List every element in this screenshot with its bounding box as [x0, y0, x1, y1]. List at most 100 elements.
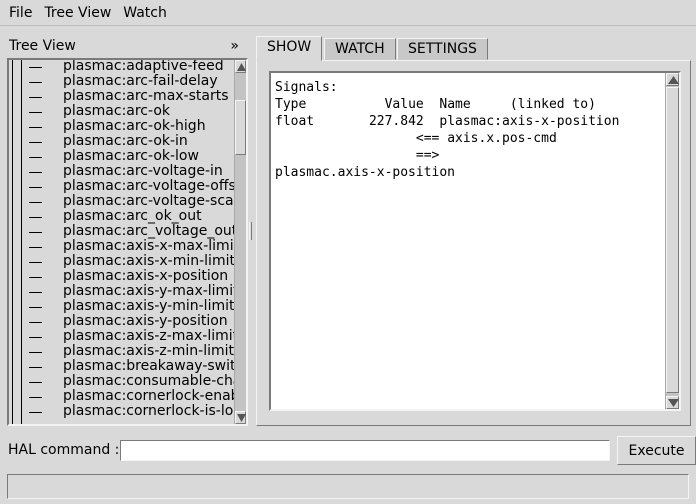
- tree-guide-line: [12, 90, 13, 105]
- collapse-pane-button[interactable]: »: [230, 38, 239, 54]
- tree-guide-line: [12, 195, 13, 210]
- tree-item-label: plasmac:consumable-cha: [63, 373, 235, 389]
- tree-guide-line: [21, 135, 22, 150]
- tree-guide-line: [12, 390, 13, 405]
- signal-value: 227.842: [368, 114, 424, 129]
- tree-item-label: plasmac:axis-x-position: [63, 268, 229, 284]
- tree-guide-line: [21, 360, 22, 375]
- tree-view-header: Tree View »: [3, 36, 245, 56]
- tree-guide-line: [12, 165, 13, 180]
- tree-item-label: plasmac:arc-voltage-offse: [63, 178, 235, 194]
- menu-watch[interactable]: Watch: [117, 2, 173, 24]
- output-link: plasmac.axis-x-position: [275, 165, 456, 180]
- tree-branch-line: [29, 157, 42, 158]
- menu-file[interactable]: File: [3, 2, 38, 24]
- tree-guide-line: [12, 405, 13, 420]
- tree-branch-line: [29, 82, 42, 83]
- tree-item-label: plasmac:axis-y-max-limit: [63, 283, 235, 299]
- tree-branch-line: [29, 262, 42, 263]
- tree-branch-line: [29, 217, 42, 218]
- tree-guide-line: [12, 225, 13, 240]
- tree-branch-line: [29, 382, 42, 383]
- tree-guide-line: [21, 315, 22, 330]
- tree-item-label: plasmac:axis-y-position: [63, 313, 228, 329]
- show-scrollbar[interactable]: [665, 73, 679, 409]
- tree-item-label: plasmac:arc-ok: [63, 103, 170, 119]
- tab-show[interactable]: SHOW: [256, 36, 323, 61]
- tree-branch-line: [29, 397, 42, 398]
- tree-item-label: plasmac:arc_voltage_out: [63, 223, 235, 239]
- tab-watch[interactable]: WATCH: [324, 38, 396, 60]
- tree-guide-line: [12, 300, 13, 315]
- tree-item-label: plasmac:axis-y-min-limit: [63, 298, 235, 314]
- input-link: axis.x.pos-cmd: [447, 131, 557, 146]
- tree-item-label: plasmac:axis-z-min-limit: [63, 343, 235, 359]
- tree-branch-line: [29, 142, 42, 143]
- show-scroll-down-arrow-icon[interactable]: [666, 396, 679, 409]
- tree-guide-line: [21, 165, 22, 180]
- tree-branch-line: [29, 307, 42, 308]
- menu-tree-view[interactable]: Tree View: [38, 2, 117, 24]
- tree-item-label: plasmac:arc-voltage-scal: [63, 193, 235, 209]
- tree-guide-line: [12, 255, 13, 270]
- show-tab-panel: Signals: Type Value Name (linked to) flo…: [256, 60, 691, 426]
- tab-settings[interactable]: SETTINGS: [397, 38, 488, 60]
- show-scroll-thumb[interactable]: [666, 87, 679, 393]
- tree-branch-line: [29, 247, 42, 248]
- tree-branch-line: [29, 112, 42, 113]
- tree-scrollbar[interactable]: [234, 60, 246, 424]
- tree-guide-line: [21, 150, 22, 165]
- tree-branch-line: [29, 202, 42, 203]
- tree-guide-line: [21, 375, 22, 390]
- tree-guide-line: [21, 255, 22, 270]
- tree-item-label: plasmac:arc-ok-high: [63, 118, 206, 134]
- scroll-down-arrow-icon[interactable]: [235, 411, 246, 424]
- tree-guide-line: [21, 120, 22, 135]
- menu-bar: File Tree View Watch: [0, 0, 696, 26]
- show-scroll-up-arrow-icon[interactable]: [666, 73, 679, 86]
- tree-guide-line: [21, 195, 22, 210]
- signal-type: float: [275, 114, 315, 129]
- col-name-header: Name: [439, 97, 471, 112]
- hal-command-label: HAL command :: [8, 442, 120, 458]
- tree-guide-line: [12, 285, 13, 300]
- tree-branch-line: [29, 67, 42, 68]
- tree-guide-line: [21, 405, 22, 420]
- tree-branch-line: [29, 127, 42, 128]
- tree-guide-line: [21, 345, 22, 360]
- tree-guide-line: [21, 60, 22, 75]
- tree-item-label: plasmac:arc-fail-delay: [63, 73, 218, 89]
- tree-branch-line: [29, 367, 42, 368]
- tree-guide-line: [12, 75, 13, 90]
- scroll-up-arrow-icon[interactable]: [235, 60, 246, 73]
- hal-command-input[interactable]: [120, 440, 610, 461]
- tree-branch-line: [29, 292, 42, 293]
- tree-item-label: plasmac:axis-x-max-limit: [63, 238, 235, 254]
- tree-view: plasmac:adaptive-feed plasmac:arc-fail-de…: [7, 58, 248, 426]
- tree-list: plasmac:adaptive-feed plasmac:arc-fail-de…: [9, 60, 235, 424]
- tree-branch-line: [29, 97, 42, 98]
- show-output-text: Signals: Type Value Name (linked to) flo…: [275, 79, 619, 181]
- signal-name: plasmac:axis-x-position: [439, 114, 620, 129]
- tree-item-label: plasmac:cornerlock-is-loc: [63, 403, 235, 419]
- tree-guide-line: [21, 210, 22, 225]
- tree-view-title: Tree View: [9, 38, 76, 54]
- tree-guide-line: [12, 375, 13, 390]
- pane-divider[interactable]: [248, 58, 252, 426]
- tree-branch-line: [29, 232, 42, 233]
- tree-guide-line: [21, 330, 22, 345]
- tree-guide-line: [21, 270, 22, 285]
- tree-guide-line: [21, 105, 22, 120]
- tree-item[interactable]: plasmac:cornerlock-is-loc: [9, 403, 235, 420]
- tree-scroll-thumb[interactable]: [235, 100, 246, 155]
- tree-item-label: plasmac:arc-ok-low: [63, 148, 199, 164]
- tree-guide-line: [21, 285, 22, 300]
- tree-branch-line: [29, 412, 42, 413]
- tree-branch-line: [29, 337, 42, 338]
- tree-item-label: plasmac:axis-z-max-limit: [63, 328, 235, 344]
- execute-button[interactable]: Execute: [617, 436, 696, 465]
- tree-guide-line: [12, 420, 13, 424]
- tree-guide-line: [12, 240, 13, 255]
- col-value-header: Value: [384, 97, 424, 112]
- pane-grip-handle[interactable]: [249, 222, 252, 240]
